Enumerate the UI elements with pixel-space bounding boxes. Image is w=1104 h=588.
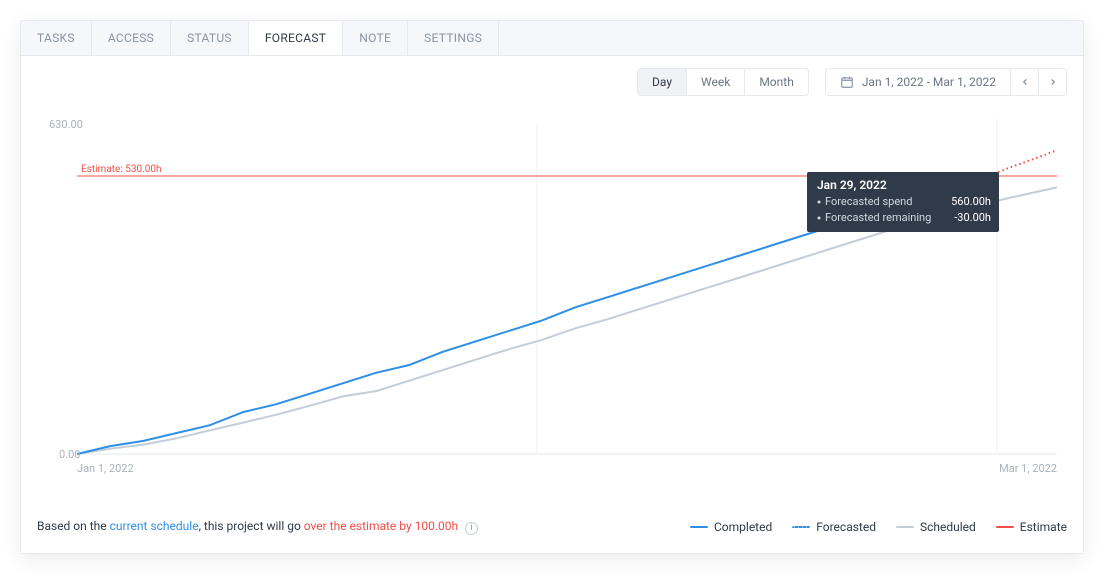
tooltip-row2-label: Forecasted remaining (825, 211, 931, 224)
summary-link[interactable]: current schedule (110, 519, 199, 533)
summary-over: over the estimate by 100.00h (304, 519, 458, 533)
tab-status[interactable]: STATUS (171, 21, 249, 55)
forecast-chart: Estimate: 530.00h 630.00 0.00 Jan 1, 202… (37, 104, 1069, 504)
chevron-right-icon (1048, 77, 1058, 87)
forecast-card: TASKS ACCESS STATUS FORECAST NOTE SETTIN… (20, 20, 1084, 554)
summary-prefix: Based on the (37, 519, 110, 533)
summary-note: Based on the current schedule, this proj… (37, 519, 478, 535)
granularity-month[interactable]: Month (745, 69, 807, 95)
x-start-label: Jan 1, 2022 (77, 462, 134, 475)
seg-label: Month (759, 75, 793, 89)
legend-scheduled: Scheduled (896, 520, 976, 534)
legend-estimate: Estimate (996, 520, 1067, 534)
date-range-prev[interactable] (1010, 69, 1038, 95)
tabs: TASKS ACCESS STATUS FORECAST NOTE SETTIN… (21, 21, 1083, 56)
legend: Completed Forecasted Scheduled Estimate (690, 520, 1067, 534)
series-completed (77, 198, 941, 454)
legend-completed: Completed (690, 520, 772, 534)
legend-forecasted: Forecasted (792, 520, 876, 534)
tab-access[interactable]: ACCESS (92, 21, 171, 55)
tooltip-date: Jan 29, 2022 (817, 178, 887, 192)
info-icon[interactable]: i (465, 522, 478, 535)
legend-label: Forecasted (816, 520, 876, 534)
swatch-forecasted (792, 526, 810, 528)
y-min-label: 0.00 (59, 448, 80, 461)
tab-tasks[interactable]: TASKS (21, 21, 92, 55)
granularity-day[interactable]: Day (638, 69, 687, 95)
date-range-next[interactable] (1038, 69, 1066, 95)
chart-controls: Day Week Month Jan 1, 2022 - Mar 1, 2022 (21, 56, 1083, 96)
date-range-label: Jan 1, 2022 - Mar 1, 2022 (862, 75, 996, 89)
plot: Estimate: 530.00h 630.00 0.00 Jan 1, 202… (49, 118, 1057, 475)
date-range-picker: Jan 1, 2022 - Mar 1, 2022 (825, 68, 1067, 96)
tab-label: SETTINGS (424, 31, 482, 45)
tab-label: TASKS (37, 31, 75, 45)
chart-area: Estimate: 530.00h 630.00 0.00 Jan 1, 202… (21, 96, 1083, 504)
chart-footer: Based on the current schedule, this proj… (21, 504, 1083, 553)
chevron-left-icon (1020, 77, 1030, 87)
granularity-week[interactable]: Week (687, 69, 745, 95)
summary-mid: , this project will go (199, 519, 304, 533)
tab-label: FORECAST (265, 31, 326, 45)
tab-label: STATUS (187, 31, 232, 45)
x-end-label: Mar 1, 2022 (999, 462, 1057, 475)
tab-label: ACCESS (108, 31, 154, 45)
seg-label: Day (652, 75, 672, 89)
swatch-completed (690, 526, 708, 528)
estimate-label: Estimate: 530.00h (81, 164, 161, 175)
legend-label: Scheduled (920, 520, 976, 534)
tab-settings[interactable]: SETTINGS (408, 21, 499, 55)
swatch-scheduled (896, 526, 914, 528)
tab-note[interactable]: NOTE (343, 21, 408, 55)
calendar-icon (840, 75, 854, 89)
date-range-button[interactable]: Jan 1, 2022 - Mar 1, 2022 (826, 69, 1010, 95)
granularity-segment: Day Week Month (637, 68, 809, 96)
chart-tooltip: Jan 29, 2022 Forecasted spend 560.00h Fo… (807, 172, 999, 232)
y-max-label: 630.00 (49, 118, 83, 131)
legend-label: Estimate (1020, 520, 1067, 534)
tooltip-row1-value: 560.00h (951, 195, 991, 208)
swatch-estimate (996, 526, 1014, 528)
tooltip-row1-label: Forecasted spend (825, 195, 912, 208)
seg-label: Week (701, 75, 730, 89)
tab-label: NOTE (359, 31, 391, 45)
legend-label: Completed (714, 520, 772, 534)
tooltip-row2-value: -30.00h (954, 211, 991, 224)
tab-forecast[interactable]: FORECAST (249, 21, 343, 55)
